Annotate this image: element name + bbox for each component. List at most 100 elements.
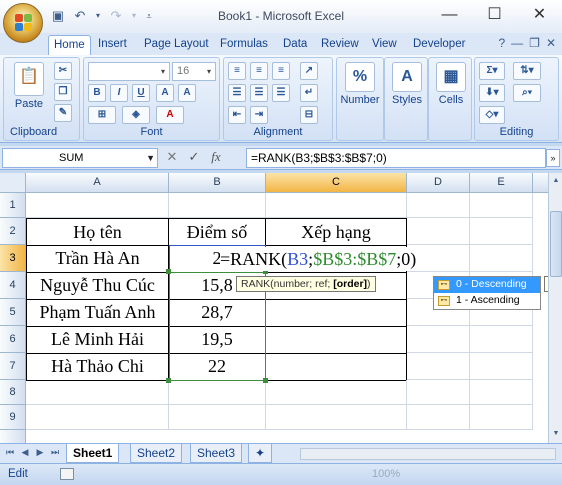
sheet-tab-sheet2[interactable]: Sheet2 [130,444,183,463]
insert-sheet-icon[interactable]: ✦ [248,444,272,463]
row-header-9[interactable]: 9 [0,405,26,430]
cell-b7[interactable]: 22 [169,353,266,381]
tab-data[interactable]: Data [278,35,312,55]
column-header-b[interactable]: B [169,173,266,193]
maximize-button[interactable]: ☐ [472,0,517,30]
cell-d9[interactable] [407,405,470,430]
vertical-scrollbar[interactable]: ▲ ▼ [548,173,562,443]
cell-a5[interactable]: Phạm Tuấn Anh [26,299,169,327]
font-name-combo[interactable]: ▾ [88,62,170,81]
cell-e6[interactable] [470,326,533,353]
cancel-icon[interactable]: ✕ [164,149,180,165]
row-header-4[interactable]: 4 [0,272,26,299]
prev-sheet-icon[interactable]: ◀ [19,447,31,458]
cell-c7[interactable] [266,353,407,381]
align-top-icon[interactable]: ≡ [228,62,246,80]
tab-review[interactable]: Review [316,35,364,55]
font-size-combo[interactable]: 16 ▾ [172,62,216,81]
column-header-c[interactable]: C [266,173,407,193]
cell-e2[interactable] [470,218,533,245]
format-painter-icon[interactable]: ✎ [54,104,72,122]
column-header-f[interactable] [533,173,548,193]
borders-icon[interactable]: ⊞ [88,106,116,124]
name-box[interactable]: SUM ▼ [2,148,158,168]
italic-button[interactable]: I [110,84,128,102]
merge-center-icon[interactable]: ⊟ [300,106,318,124]
cell-e8[interactable] [470,380,533,405]
row-header-10[interactable] [0,430,26,443]
cell-e9[interactable] [470,405,533,430]
cell-c5[interactable] [266,299,407,327]
decrease-indent-icon[interactable]: ⇤ [228,106,246,124]
row-header-7[interactable]: 7 [0,353,26,380]
cell-a2[interactable]: Họ tên [26,218,169,246]
cell-b9[interactable] [169,405,266,430]
cell-editor[interactable]: =RANK(B3;$B$3:$B$7;0) [220,247,419,271]
tab-developer[interactable]: Developer [408,35,470,55]
row-header-5[interactable]: 5 [0,299,26,326]
ribbon-restore-icon[interactable]: ❐ [529,36,540,50]
cell-d8[interactable] [407,380,470,405]
font-color-icon[interactable]: A [156,106,184,124]
tab-home[interactable]: Home [48,35,91,55]
increase-indent-icon[interactable]: ⇥ [250,106,268,124]
cell-a9[interactable] [26,405,169,430]
cell-d2[interactable] [407,218,470,245]
scroll-up-icon[interactable]: ▲ [550,174,562,188]
cell-e1[interactable] [470,193,533,218]
tab-insert[interactable]: Insert [93,35,132,55]
sheet-tab-sheet3[interactable]: Sheet3 [190,444,243,463]
macro-record-icon[interactable] [60,468,74,480]
autosum-icon[interactable]: Σ▾ [479,62,505,80]
cut-icon[interactable]: ✂ [54,62,72,80]
paste-button[interactable]: 📋 Paste [8,62,50,110]
decrease-font-icon[interactable]: A [178,84,196,102]
styles-button[interactable]: A Styles [386,62,428,106]
help-icon[interactable]: ? [498,36,505,50]
horizontal-scrollbar[interactable] [300,448,556,460]
cell-a4[interactable]: Nguyễ Thu Cúc [26,272,169,300]
next-sheet-icon[interactable]: ▶ [34,447,46,458]
underline-button[interactable]: U [132,84,150,102]
tab-formulas[interactable]: Formulas [215,35,273,55]
enter-icon[interactable]: ✓ [186,149,202,165]
cells-button[interactable]: ▦ Cells [430,62,472,106]
cell-b2[interactable]: Điểm số [169,218,266,246]
column-header-d[interactable]: D [407,173,470,193]
cell-b8[interactable] [169,380,266,405]
wrap-text-icon[interactable]: ↵ [300,84,318,102]
cell-b1[interactable] [169,193,266,218]
cell-c8[interactable] [266,380,407,405]
cell-d7[interactable] [407,353,470,380]
cell-a1[interactable] [26,193,169,218]
cell-d1[interactable] [407,193,470,218]
chevron-down-icon[interactable]: ▼ [146,149,155,167]
align-right-icon[interactable]: ☰ [272,84,290,102]
fill-icon[interactable]: ⬇▾ [479,84,505,102]
sheet-tab-sheet1[interactable]: Sheet1 [66,444,120,463]
cell-d6[interactable] [407,326,470,353]
ribbon-minimize-icon[interactable]: — [511,36,523,50]
cell-a6[interactable]: Lê Minh Hải [26,326,169,354]
cell-b6[interactable]: 19,5 [169,326,266,354]
last-sheet-icon[interactable]: ⏭ [49,447,61,458]
row-header-1[interactable]: 1 [0,193,26,218]
first-sheet-icon[interactable]: ⏮ [4,447,16,458]
vertical-scroll-thumb[interactable] [550,211,562,277]
find-select-icon[interactable]: ⌕▾ [513,84,541,102]
fill-color-icon[interactable]: ◈ [122,106,150,124]
range-handle-bottom-right[interactable] [263,378,268,383]
column-header-e[interactable]: E [470,173,533,193]
bold-button[interactable]: B [88,84,106,102]
cell-a8[interactable] [26,380,169,405]
copy-icon[interactable]: ❐ [54,83,72,101]
row-header-8[interactable]: 8 [0,380,26,405]
sort-filter-icon[interactable]: ⇅▾ [513,62,541,80]
orientation-icon[interactable]: ↗ [300,62,318,80]
expand-formula-bar-icon[interactable]: » [546,149,560,167]
align-bottom-icon[interactable]: ≡ [272,62,290,80]
align-left-icon[interactable]: ☰ [228,84,246,102]
cell-a3[interactable]: Trần Hà An [26,245,169,273]
office-button[interactable] [3,3,43,43]
cell-c9[interactable] [266,405,407,430]
